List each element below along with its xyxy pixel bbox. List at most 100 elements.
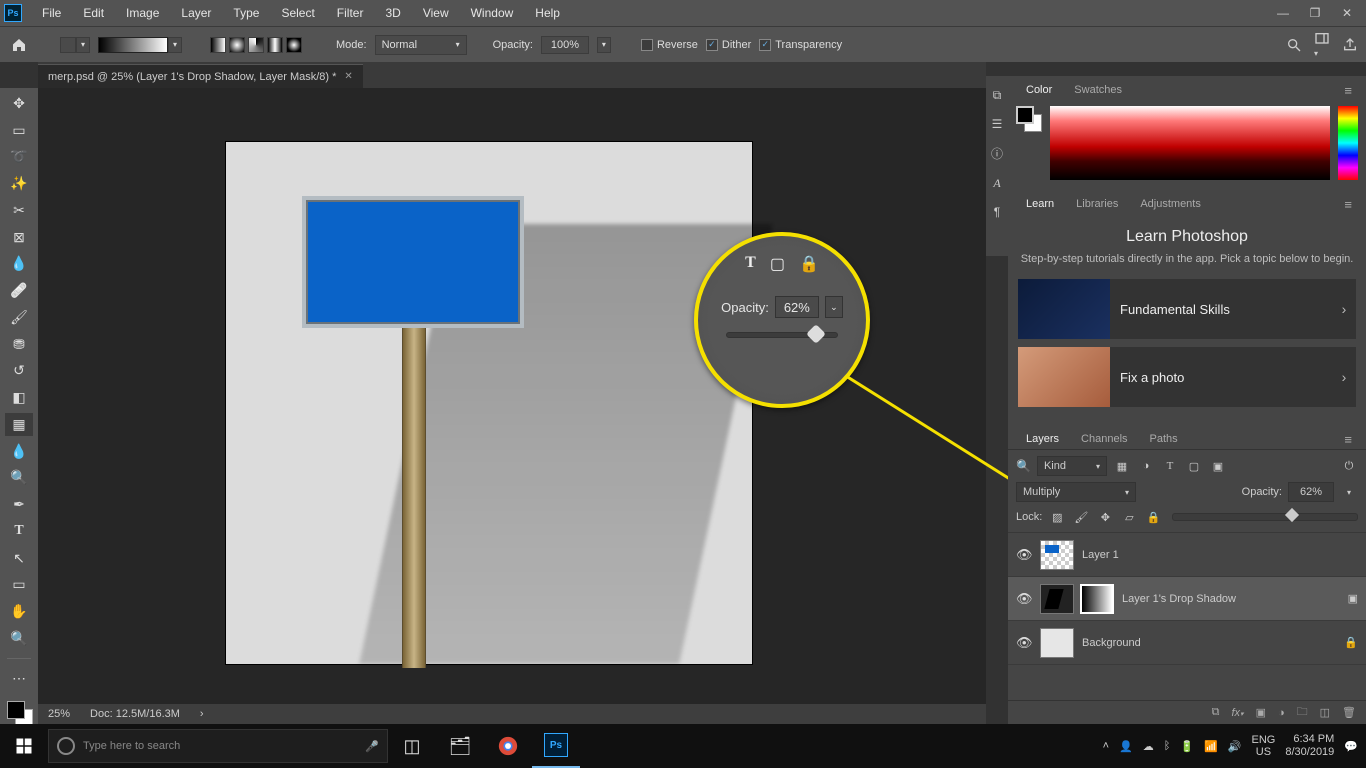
add-mask-icon[interactable]: ▣ <box>1256 706 1266 719</box>
home-icon[interactable] <box>8 34 30 56</box>
type-tool-icon[interactable]: T <box>5 520 33 543</box>
tab-paths[interactable]: Paths <box>1140 429 1188 449</box>
learn-card-fundamentals[interactable]: Fundamental Skills › <box>1018 279 1356 339</box>
window-close-icon[interactable]: ✕ <box>1332 6 1362 20</box>
layer-mask-thumbnail[interactable] <box>1080 584 1114 614</box>
lock-artboard-icon[interactable]: ▱ <box>1120 508 1138 526</box>
menu-image[interactable]: Image <box>116 2 169 24</box>
properties-panel-icon[interactable]: ☰ <box>992 117 1003 131</box>
tool-preset-dropdown[interactable]: ▾ <box>76 37 90 53</box>
layer-row[interactable]: 👁 Layer 1's Drop Shadow ▣ <box>1008 577 1366 621</box>
canvas-area[interactable]: 25% Doc: 12.5M/16.3M › <box>38 88 986 724</box>
slider-thumb-icon[interactable] <box>1285 508 1299 522</box>
window-minimize-icon[interactable]: — <box>1268 6 1298 20</box>
callout-opacity-slider[interactable] <box>726 332 838 338</box>
crop-tool-icon[interactable]: ✂ <box>5 199 33 222</box>
wifi-icon[interactable]: 📶 <box>1204 740 1218 753</box>
visibility-toggle-icon[interactable]: 👁 <box>1016 547 1032 563</box>
visibility-toggle-icon[interactable]: 👁 <box>1016 591 1032 607</box>
link-layers-icon[interactable]: ⧉ <box>1212 706 1220 719</box>
hue-slider[interactable] <box>1338 106 1358 180</box>
layer-thumbnail[interactable] <box>1040 628 1074 658</box>
quick-select-tool-icon[interactable]: ✨ <box>5 172 33 195</box>
blur-tool-icon[interactable]: 💧 <box>5 440 33 463</box>
gradient-preview[interactable] <box>98 37 168 53</box>
lock-position-icon[interactable]: ✥ <box>1096 508 1114 526</box>
frame-tool-icon[interactable]: ⊠ <box>5 226 33 249</box>
layer-filter-select[interactable]: Kind▾ <box>1037 456 1107 476</box>
opacity-field[interactable]: 100% <box>541 36 589 54</box>
window-restore-icon[interactable]: ❐ <box>1300 6 1330 20</box>
info-panel-icon[interactable]: ⓘ <box>991 145 1003 162</box>
menu-file[interactable]: File <box>32 2 71 24</box>
zoom-level[interactable]: 25% <box>48 708 70 720</box>
filter-pixel-icon[interactable]: ▦ <box>1113 457 1131 475</box>
volume-icon[interactable]: 🔊 <box>1228 740 1242 753</box>
color-picker-swatches[interactable] <box>1016 106 1042 180</box>
path-select-tool-icon[interactable]: ↖ <box>5 547 33 570</box>
learn-card-fix-photo[interactable]: Fix a photo › <box>1018 347 1356 407</box>
menu-layer[interactable]: Layer <box>171 2 221 24</box>
cloud-icon[interactable]: ☁ <box>1143 740 1154 753</box>
menu-select[interactable]: Select <box>271 2 324 24</box>
layer-name[interactable]: Layer 1 <box>1082 549 1119 561</box>
menu-filter[interactable]: Filter <box>327 2 374 24</box>
panel-menu-icon[interactable]: ≡ <box>1338 197 1358 212</box>
gradient-picker-dropdown[interactable]: ▾ <box>168 37 182 53</box>
gradient-linear-icon[interactable] <box>210 37 226 53</box>
lock-all-icon[interactable]: 🔒 <box>1144 508 1162 526</box>
eyedropper-tool-icon[interactable]: 💧 <box>5 253 33 276</box>
visibility-toggle-icon[interactable]: 👁 <box>1016 635 1032 651</box>
filter-adjust-icon[interactable]: ◑ <box>1137 457 1155 475</box>
layer-row[interactable]: 👁 Layer 1 <box>1008 533 1366 577</box>
photoshop-taskbar-icon[interactable]: Ps <box>532 724 580 768</box>
callout-opacity-dropdown[interactable]: ⌄ <box>825 296 843 318</box>
filter-toggle-icon[interactable]: ⏻ <box>1340 457 1358 475</box>
system-clock[interactable]: 6:34 PM 8/30/2019 <box>1285 733 1334 759</box>
lock-pixels-icon[interactable]: 🖌 <box>1072 508 1090 526</box>
task-view-icon[interactable]: ◫ <box>388 724 436 768</box>
slider-thumb-icon[interactable] <box>806 324 826 344</box>
zoom-tool-icon[interactable]: 🔍 <box>5 627 33 650</box>
menu-view[interactable]: View <box>413 2 459 24</box>
gradient-tool-icon[interactable]: ▦ <box>5 413 33 436</box>
bluetooth-icon[interactable]: ᛒ <box>1164 740 1171 752</box>
mode-select[interactable]: Normal▾ <box>375 35 467 55</box>
callout-opacity-value[interactable]: 62% <box>775 296 819 318</box>
document-tab[interactable]: merp.psd @ 25% (Layer 1's Drop Shadow, L… <box>38 64 363 88</box>
gradient-angle-icon[interactable] <box>248 37 264 53</box>
transparency-checkbox[interactable]: ✓ <box>759 39 771 51</box>
new-layer-icon[interactable]: ◫ <box>1320 706 1330 719</box>
delete-layer-icon[interactable]: 🗑 <box>1342 706 1356 719</box>
menu-edit[interactable]: Edit <box>73 2 114 24</box>
history-panel-icon[interactable]: ⧉ <box>993 88 1002 103</box>
tab-libraries[interactable]: Libraries <box>1066 194 1128 214</box>
file-explorer-icon[interactable]: 🗂 <box>436 724 484 768</box>
menu-help[interactable]: Help <box>525 2 570 24</box>
menu-3d[interactable]: 3D <box>375 2 410 24</box>
reverse-checkbox[interactable] <box>641 39 653 51</box>
tab-adjustments[interactable]: Adjustments <box>1130 194 1211 214</box>
chevron-down-icon[interactable]: ▾ <box>1340 483 1358 501</box>
layer-name[interactable]: Layer 1's Drop Shadow <box>1122 593 1236 605</box>
search-icon[interactable] <box>1286 37 1302 53</box>
tool-preset-icon[interactable] <box>60 37 76 53</box>
menu-window[interactable]: Window <box>461 2 524 24</box>
start-button[interactable] <box>0 737 48 755</box>
marquee-tool-icon[interactable]: ▭ <box>5 119 33 142</box>
tab-channels[interactable]: Channels <box>1071 429 1137 449</box>
filter-shape-icon[interactable]: ▢ <box>1185 457 1203 475</box>
lock-transparency-icon[interactable]: ▨ <box>1048 508 1066 526</box>
new-group-icon[interactable]: 🗀 <box>1297 703 1308 722</box>
layer-row[interactable]: 👁 Background 🔒 <box>1008 621 1366 665</box>
blend-mode-select[interactable]: Multiply▾ <box>1016 482 1136 502</box>
pen-tool-icon[interactable]: ✒ <box>5 493 33 516</box>
healing-brush-tool-icon[interactable]: 🩹 <box>5 279 33 302</box>
new-adjustment-icon[interactable]: ◑ <box>1278 707 1285 719</box>
gradient-radial-icon[interactable] <box>229 37 245 53</box>
rectangle-tool-icon[interactable]: ▭ <box>5 574 33 597</box>
opacity-dropdown[interactable]: ▾ <box>597 37 611 53</box>
tray-language[interactable]: ENG <box>1252 734 1276 746</box>
mic-icon[interactable]: 🎤 <box>365 740 379 753</box>
battery-icon[interactable]: 🔋 <box>1180 740 1194 753</box>
